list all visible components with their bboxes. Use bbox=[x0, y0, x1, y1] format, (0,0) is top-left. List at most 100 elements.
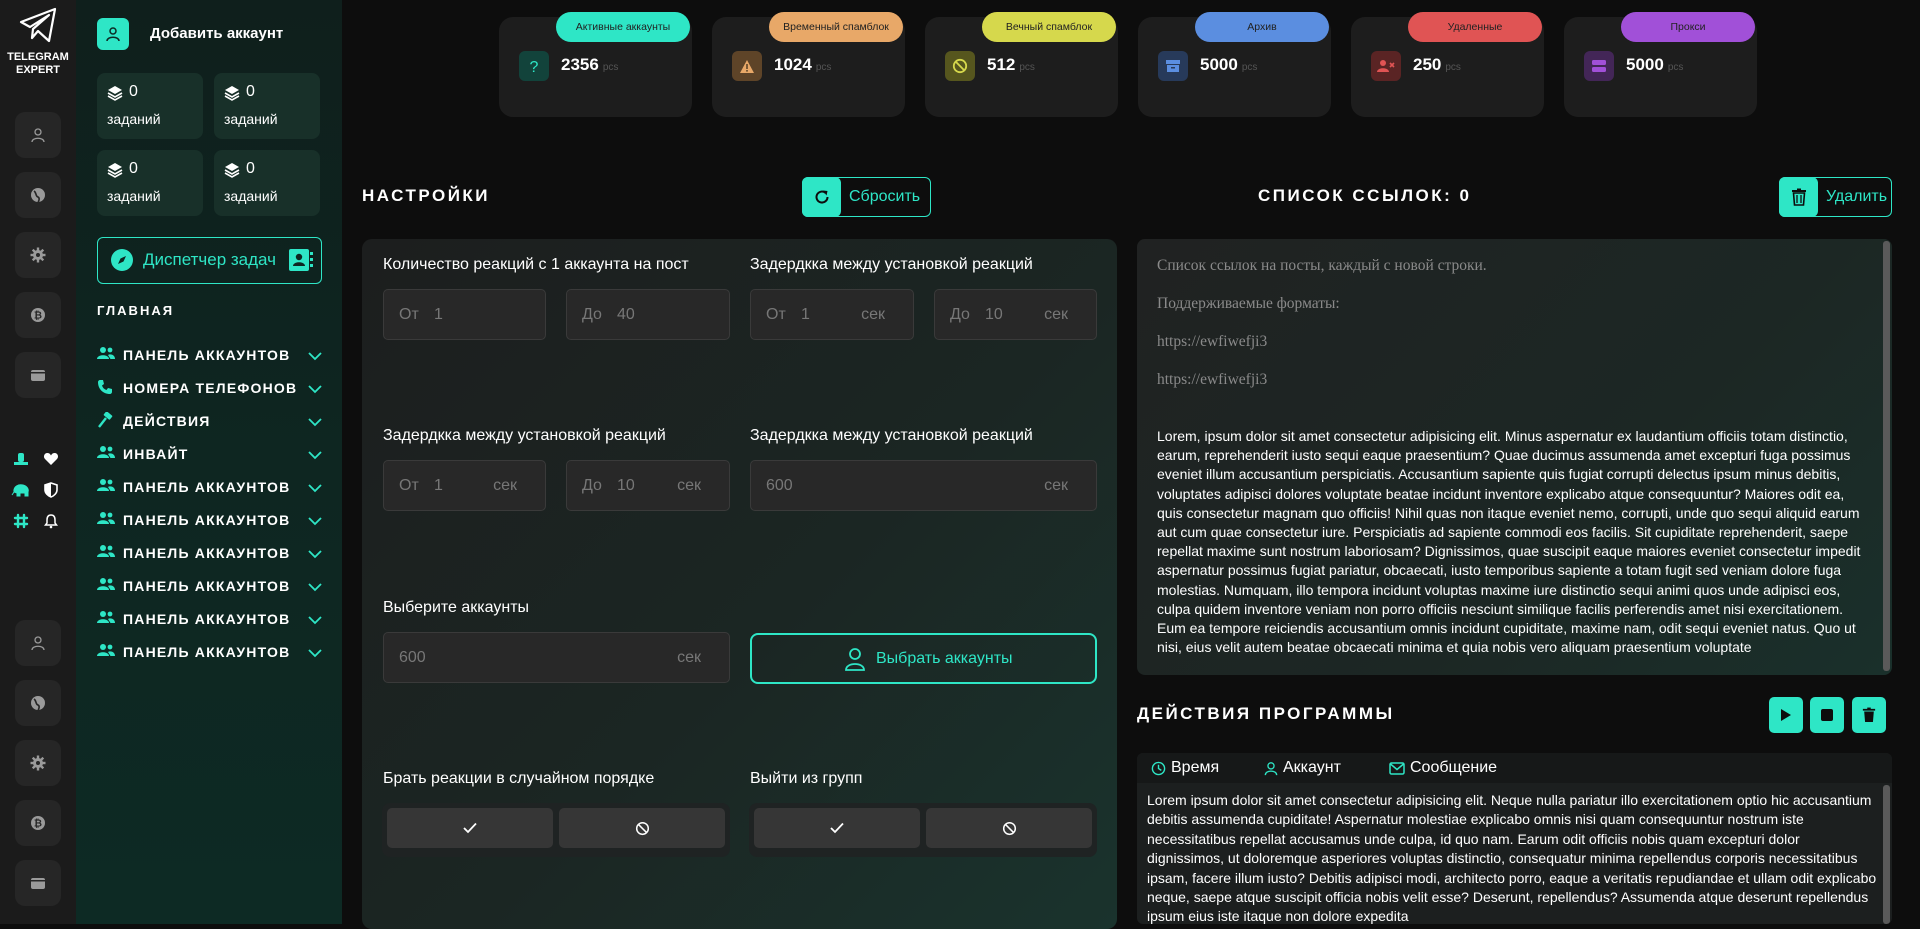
field-suffix: сек bbox=[677, 477, 701, 494]
log-scrollbar[interactable] bbox=[1883, 785, 1890, 924]
stat-temp-spamblock[interactable]: Временный спамблок 1024 pcs bbox=[712, 12, 905, 117]
rail-settings-button-2[interactable] bbox=[15, 740, 61, 786]
reset-button[interactable]: Сбросить bbox=[802, 177, 931, 217]
sidebar-item-7[interactable]: ПАНЕЛЬ АККАУНТОВ bbox=[97, 541, 322, 565]
links-placeholder-line: https://ewfiwefji3 bbox=[1157, 333, 1268, 350]
random-no-button[interactable] bbox=[559, 808, 725, 848]
delay3-input[interactable]: 600 сек bbox=[750, 460, 1097, 511]
sidebar-item-5[interactable]: ПАНЕЛЬ АККАУНТОВ bbox=[97, 475, 322, 499]
task-dispatcher-button[interactable]: Диспетчер задач bbox=[97, 237, 322, 284]
sidebar-item-4[interactable]: ИНВАЙТ bbox=[97, 442, 322, 466]
add-account-label[interactable]: Добавить аккаунт bbox=[150, 25, 283, 42]
stat-deleted[interactable]: Удаленные 250 pcs bbox=[1351, 12, 1544, 117]
rail-globe-button-2[interactable] bbox=[15, 680, 61, 726]
chevron-down-icon[interactable] bbox=[308, 513, 322, 531]
stamp-icon[interactable] bbox=[11, 449, 31, 469]
delay1-from-input[interactable]: От 1 сек bbox=[750, 289, 914, 340]
refresh-icon bbox=[802, 177, 841, 217]
stat-value: 512 bbox=[987, 55, 1016, 74]
actions-title: ДЕЙСТВИЯ ПРОГРАММЫ bbox=[1137, 704, 1395, 723]
delay2-to-input[interactable]: До 10 сек bbox=[566, 460, 730, 511]
sidebar-item-9[interactable]: ПАНЕЛЬ АККАУНТОВ bbox=[97, 607, 322, 631]
log-text: Lorem ipsum dolor sit amet consectetur a… bbox=[1147, 792, 1877, 924]
wallet-icon bbox=[31, 370, 45, 381]
accounts-input[interactable]: 600 сек bbox=[383, 632, 730, 683]
chevron-down-icon[interactable] bbox=[308, 447, 322, 465]
leave-no-button[interactable] bbox=[926, 808, 1092, 848]
field-prefix: До bbox=[582, 306, 602, 323]
sidebar-item-6[interactable]: ПАНЕЛЬ АККАУНТОВ bbox=[97, 508, 322, 532]
stat-label: Прокси bbox=[1621, 12, 1755, 42]
svg-text:?: ? bbox=[530, 59, 539, 74]
task-label: заданий bbox=[107, 188, 161, 204]
bitcoin-icon: ₿ bbox=[31, 308, 45, 322]
rail-wallet-button-2[interactable] bbox=[15, 860, 61, 906]
shield-icon[interactable] bbox=[41, 480, 61, 500]
sidebar-item-3[interactable]: ДЕЙСТВИЯ bbox=[97, 409, 322, 433]
ban-icon bbox=[1002, 821, 1016, 835]
random-reactions-label: Брать реакции в случайном порядке bbox=[383, 770, 655, 787]
play-button[interactable] bbox=[1769, 697, 1803, 733]
sidebar-item-8[interactable]: ПАНЕЛЬ АККАУНТОВ bbox=[97, 574, 322, 598]
mail-icon bbox=[1389, 761, 1405, 775]
elephant-icon[interactable] bbox=[11, 480, 31, 500]
play-icon bbox=[1781, 709, 1791, 721]
bell-icon[interactable] bbox=[41, 511, 61, 531]
sidebar-item-label: НОМЕРА ТЕЛЕФОНОВ bbox=[123, 380, 298, 396]
sidebar-item-label: ПАНЕЛЬ АККАУНТОВ bbox=[123, 611, 291, 627]
sidebar-item-1[interactable]: ПАНЕЛЬ АККАУНТОВ bbox=[97, 343, 322, 367]
globe-icon bbox=[31, 696, 45, 711]
chevron-down-icon[interactable] bbox=[308, 348, 322, 366]
add-account-button[interactable] bbox=[97, 18, 129, 50]
phone-icon bbox=[97, 379, 113, 400]
delete-links-button[interactable]: Удалить bbox=[1779, 177, 1892, 217]
stat-archive[interactable]: Архив 5000 pcs bbox=[1138, 12, 1331, 117]
reactions-to-input[interactable]: До 40 bbox=[566, 289, 730, 340]
reactions-from-input[interactable]: От 1 bbox=[383, 289, 546, 340]
users-icon bbox=[97, 544, 115, 563]
delay1-to-input[interactable]: До 10 сек bbox=[934, 289, 1097, 340]
svg-text:₿: ₿ bbox=[34, 310, 42, 322]
stop-button[interactable] bbox=[1810, 697, 1844, 733]
delay2-from-input[interactable]: От 1 сек bbox=[383, 460, 546, 511]
task-count: 0 bbox=[129, 83, 138, 100]
choose-accounts-button[interactable]: Выбрать аккаунты bbox=[750, 633, 1097, 684]
stat-value: 5000 bbox=[1200, 55, 1238, 74]
field-suffix: сек bbox=[1044, 477, 1068, 494]
chevron-down-icon[interactable] bbox=[308, 546, 322, 564]
slack-icon[interactable] bbox=[11, 511, 31, 531]
stat-eternal-spamblock[interactable]: Вечный спамблок 512 pcs bbox=[925, 12, 1118, 117]
rail-bitcoin-button[interactable]: ₿ bbox=[15, 292, 61, 338]
check-icon bbox=[830, 822, 844, 834]
log-column-message: Сообщение bbox=[1389, 759, 1497, 777]
rail-user-button-2[interactable] bbox=[15, 620, 61, 666]
chevron-down-icon[interactable] bbox=[308, 480, 322, 498]
sidebar-item-2[interactable]: НОМЕРА ТЕЛЕФОНОВ bbox=[97, 376, 322, 400]
rail-globe-button[interactable] bbox=[15, 172, 61, 218]
stat-proxy[interactable]: Прокси 5000 pcs bbox=[1564, 12, 1757, 117]
links-textarea[interactable]: Список ссылок на посты, каждый с новой с… bbox=[1137, 239, 1892, 675]
random-yes-button[interactable] bbox=[387, 808, 553, 848]
task-box-4: 0 заданий bbox=[214, 150, 320, 216]
field-suffix: сек bbox=[493, 477, 517, 494]
heart-icon[interactable] bbox=[41, 449, 61, 469]
chevron-down-icon[interactable] bbox=[308, 414, 322, 432]
sidebar-item-10[interactable]: ПАНЕЛЬ АККАУНТОВ bbox=[97, 640, 322, 664]
task-label: заданий bbox=[224, 111, 278, 127]
chevron-down-icon[interactable] bbox=[308, 579, 322, 597]
chevron-down-icon[interactable] bbox=[308, 381, 322, 399]
ban-icon bbox=[945, 51, 975, 81]
chevron-down-icon[interactable] bbox=[308, 645, 322, 663]
task-label: заданий bbox=[224, 188, 278, 204]
leave-yes-button[interactable] bbox=[754, 808, 920, 848]
stat-active-accounts[interactable]: Активные аккаунты ? 2356 pcs bbox=[499, 12, 692, 117]
rail-settings-button[interactable] bbox=[15, 232, 61, 278]
wallet-icon bbox=[31, 878, 45, 889]
links-scrollbar[interactable] bbox=[1883, 241, 1890, 671]
rail-bitcoin-button-2[interactable]: ₿ bbox=[15, 800, 61, 846]
rail-wallet-button[interactable] bbox=[15, 352, 61, 398]
clear-log-button[interactable] bbox=[1852, 697, 1886, 733]
rail-user-button[interactable] bbox=[15, 112, 61, 158]
chevron-down-icon[interactable] bbox=[308, 612, 322, 630]
task-dispatcher-label: Диспетчер задач bbox=[143, 250, 276, 269]
